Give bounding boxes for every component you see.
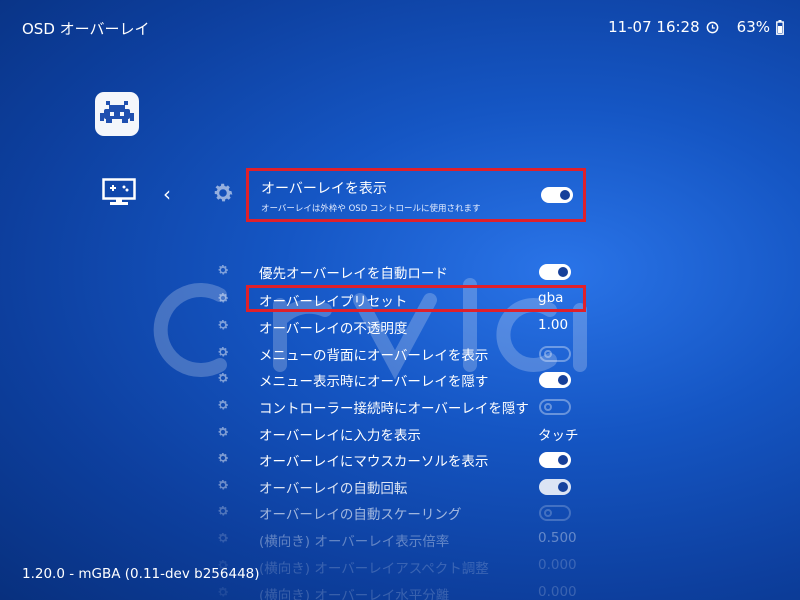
gear-icon	[218, 480, 229, 490]
show-overlay-label: オーバーレイを表示	[261, 181, 387, 197]
show-overlay-item[interactable]: オーバーレイを表示 オーバーレイは外枠や OSD コントロールに使用されます	[246, 168, 586, 222]
item-label: コントローラー接続時にオーバーレイを隠す	[259, 401, 529, 417]
space-invader-icon	[100, 101, 134, 123]
gear-icon	[218, 506, 229, 516]
item-label: オーバーレイの不透明度	[259, 321, 408, 337]
item-label: メニューの背面にオーバーレイを表示	[259, 348, 489, 364]
item-value: タッチ	[538, 428, 579, 444]
list-item[interactable]: オーバーレイにマウスカーソルを表示	[0, 446, 800, 472]
item-toggle[interactable]	[539, 479, 571, 495]
gear-icon	[218, 320, 229, 330]
gear-icon	[218, 533, 229, 543]
item-value: gba	[538, 290, 564, 306]
list-item[interactable]: オーバーレイの自動スケーリング	[0, 499, 800, 525]
item-label: オーバーレイの自動スケーリング	[259, 507, 462, 523]
list-item[interactable]: (横向き) オーバーレイ水平分離 0.000	[0, 580, 800, 600]
item-label: オーバーレイの自動回転	[259, 481, 408, 497]
list-item[interactable]: オーバーレイに入力を表示 タッチ	[0, 420, 800, 446]
retroarch-app-icon[interactable]	[95, 92, 139, 136]
list-item[interactable]: 優先オーバーレイを自動ロード	[0, 258, 800, 284]
item-value: 0.500	[538, 530, 577, 546]
item-value: 0.000	[538, 557, 577, 573]
monitor-gamepad-icon	[102, 178, 136, 205]
battery-icon	[776, 19, 784, 35]
gear-icon	[218, 293, 229, 303]
settings-gear-icon	[214, 183, 233, 202]
gear-icon	[218, 427, 229, 437]
onscreen-display-category-icon[interactable]	[102, 178, 136, 210]
item-toggle[interactable]	[539, 505, 571, 521]
list-item[interactable]: オーバーレイの不透明度 1.00	[0, 313, 800, 339]
gear-icon	[218, 265, 229, 275]
item-label: オーバーレイに入力を表示	[259, 428, 421, 444]
gear-icon	[218, 587, 229, 597]
item-label: 優先オーバーレイを自動ロード	[259, 266, 448, 282]
item-label: オーバーレイプリセット	[259, 294, 408, 310]
item-label: オーバーレイにマウスカーソルを表示	[259, 454, 489, 470]
item-label: (横向き) オーバーレイアスペクト調整	[259, 561, 489, 577]
list-item[interactable]: コントローラー接続時にオーバーレイを隠す	[0, 393, 800, 419]
clock-icon	[706, 21, 719, 33]
item-toggle[interactable]	[539, 452, 571, 468]
show-overlay-toggle[interactable]	[541, 187, 573, 203]
overlay-preset-item[interactable]: オーバーレイプリセット gba	[218, 285, 586, 312]
core-version-footer: 1.20.0 - mGBA (0.11-dev b256448)	[22, 566, 260, 582]
item-toggle[interactable]	[539, 399, 571, 415]
item-toggle[interactable]	[539, 372, 571, 388]
item-toggle[interactable]	[539, 264, 571, 280]
gear-icon	[218, 347, 229, 357]
gear-icon	[218, 453, 229, 463]
battery-percent: 63%	[736, 18, 770, 36]
gear-icon	[218, 373, 229, 383]
item-value: 0.000	[538, 584, 577, 600]
item-label: (横向き) オーバーレイ水平分離	[259, 588, 450, 600]
list-item[interactable]: メニューの背面にオーバーレイを表示	[0, 340, 800, 366]
item-value: 1.00	[538, 317, 569, 333]
list-item[interactable]: メニュー表示時にオーバーレイを隠す	[0, 366, 800, 392]
gear-icon	[218, 400, 229, 410]
show-overlay-sublabel: オーバーレイは外枠や OSD コントロールに使用されます	[261, 204, 481, 214]
status-area: 11-07 16:28 63%	[608, 18, 784, 36]
back-arrow-icon[interactable]: ‹	[163, 182, 171, 206]
datetime: 11-07 16:28	[608, 18, 700, 36]
top-bar: OSD オーバーレイ 11-07 16:28 63%	[0, 0, 800, 56]
list-item[interactable]: オーバーレイの自動回転	[0, 473, 800, 499]
item-label: (横向き) オーバーレイ表示倍率	[259, 534, 450, 550]
page-title: OSD オーバーレイ	[22, 20, 150, 38]
item-label: メニュー表示時にオーバーレイを隠す	[259, 374, 489, 390]
list-item[interactable]: (横向き) オーバーレイ表示倍率 0.500	[0, 526, 800, 552]
item-toggle[interactable]	[539, 346, 571, 362]
